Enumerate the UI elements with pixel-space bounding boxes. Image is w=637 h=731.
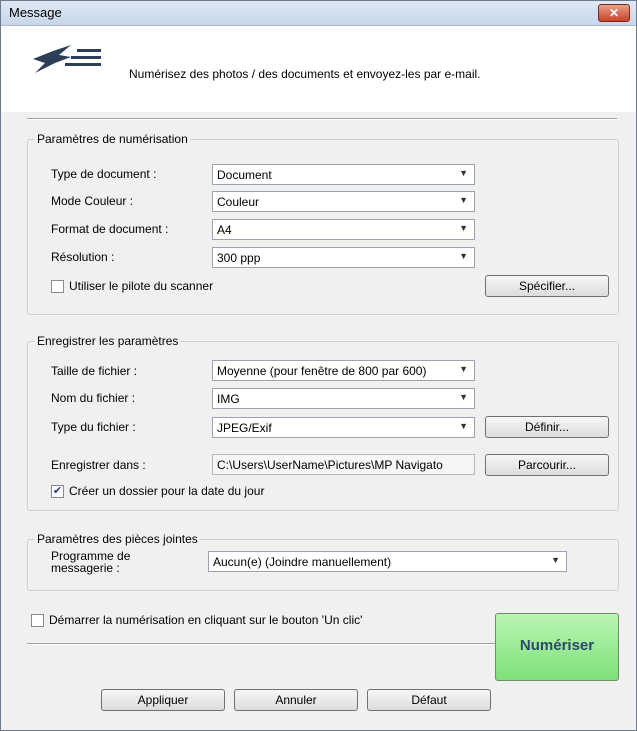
window-title: Message (9, 5, 62, 20)
mail-scan-icon (33, 45, 101, 73)
doc-type-label: Type de document : (51, 167, 157, 181)
file-name-label: Nom du fichier : (51, 391, 136, 405)
browse-button[interactable]: Parcourir... (485, 454, 609, 476)
file-size-label: Taille de fichier : (51, 364, 138, 378)
header-separator (27, 118, 617, 120)
define-button[interactable]: Définir... (485, 416, 609, 438)
cancel-button[interactable]: Annuler (234, 689, 358, 711)
default-button[interactable]: Défaut (367, 689, 491, 711)
file-name-combo[interactable]: IMG ▼ (212, 388, 475, 409)
mail-program-label: Programme de messagerie : (51, 549, 131, 575)
one-click-label: Démarrer la numérisation en cliquant sur… (49, 613, 363, 627)
file-size-select[interactable]: Moyenne (pour fenêtre de 800 par 600) ▼ (212, 360, 475, 381)
create-folder-checkbox[interactable]: ✔ (51, 485, 64, 498)
message-dialog: Message ✕ Numérisez des photos / des doc… (0, 0, 637, 731)
scan-button[interactable]: Numériser (495, 613, 619, 681)
mail-program-select[interactable]: Aucun(e) (Joindre manuellement) ▼ (208, 551, 567, 572)
resolution-select[interactable]: 300 ppp ▼ (212, 247, 475, 268)
apply-button[interactable]: Appliquer (101, 689, 225, 711)
chevron-down-icon: ▼ (459, 223, 468, 233)
file-type-select[interactable]: JPEG/Exif ▼ (212, 417, 475, 438)
color-mode-select[interactable]: Couleur ▼ (212, 191, 475, 212)
doc-size-label: Format de document : (51, 222, 169, 236)
save-in-field[interactable]: C:\Users\UserName\Pictures\MP Navigato (212, 454, 475, 475)
attachment-settings-title: Paramètres des pièces jointes (35, 532, 200, 546)
file-type-label: Type du fichier : (51, 420, 136, 434)
save-in-label: Enregistrer dans : (51, 458, 146, 472)
one-click-checkbox[interactable] (31, 614, 44, 627)
chevron-down-icon: ▼ (459, 421, 468, 431)
title-bar: Message ✕ (1, 1, 636, 26)
use-driver-label: Utiliser le pilote du scanner (69, 279, 214, 293)
specify-button[interactable]: Spécifier... (485, 275, 609, 297)
create-folder-label: Créer un dossier pour la date du jour (69, 484, 265, 498)
scan-settings-title: Paramètres de numérisation (35, 132, 190, 146)
chevron-down-icon: ▼ (459, 195, 468, 205)
chevron-down-icon: ▼ (459, 251, 468, 261)
resolution-label: Résolution : (51, 250, 115, 264)
close-button[interactable]: ✕ (598, 4, 630, 22)
header-description: Numérisez des photos / des documents et … (129, 67, 481, 81)
color-mode-label: Mode Couleur : (51, 194, 134, 208)
close-icon: ✕ (608, 6, 620, 20)
doc-type-select[interactable]: Document ▼ (212, 164, 475, 185)
use-driver-checkbox[interactable] (51, 280, 64, 293)
chevron-down-icon: ▼ (551, 555, 560, 565)
doc-size-select[interactable]: A4 ▼ (212, 219, 475, 240)
chevron-down-icon: ▼ (459, 392, 468, 402)
chevron-down-icon: ▼ (459, 168, 468, 178)
save-settings-title: Enregistrer les paramètres (35, 334, 181, 348)
chevron-down-icon: ▼ (459, 364, 468, 374)
